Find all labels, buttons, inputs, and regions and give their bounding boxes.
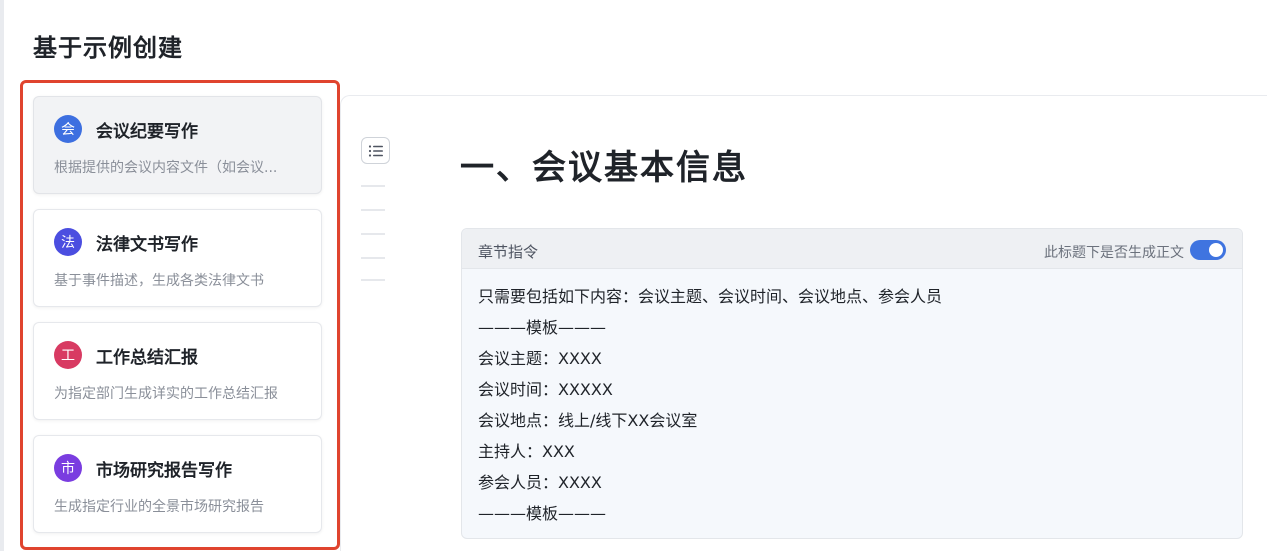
outline-list-icon[interactable] bbox=[361, 137, 390, 164]
generate-body-toggle-label: 此标题下是否生成正文 bbox=[1044, 245, 1184, 261]
template-badge-icon: 法 bbox=[54, 228, 82, 256]
template-title: 会议纪要写作 bbox=[96, 122, 198, 142]
template-title: 法律文书写作 bbox=[96, 235, 198, 255]
template-title: 工作总结汇报 bbox=[96, 348, 198, 368]
template-card-work-summary[interactable]: 工 工作总结汇报 为指定部门生成详实的工作总结汇报 bbox=[33, 322, 322, 420]
instruction-line: 会议地点：线上/线下XX会议室 bbox=[478, 411, 698, 430]
modal-edge bbox=[0, 0, 4, 551]
instruction-line: ———模板——— bbox=[478, 318, 607, 337]
instruction-line: 只需要包括如下内容：会议主题、会议时间、会议地点、参会人员 bbox=[478, 287, 943, 306]
dialog-title: 基于示例创建 bbox=[33, 34, 183, 62]
section-heading: 一、会议基本信息 bbox=[460, 148, 748, 188]
template-title: 市场研究报告写作 bbox=[96, 461, 232, 481]
instruction-line: 参会人员：XXXX bbox=[478, 473, 602, 492]
outline-marker[interactable] bbox=[361, 185, 385, 187]
chapter-instruction-label: 章节指令 bbox=[478, 243, 539, 261]
chapter-instruction-box[interactable]: 章节指令 此标题下是否生成正文 只需要包括如下内容：会议主题、会议时间、会议地点… bbox=[461, 228, 1243, 539]
outline-marker[interactable] bbox=[361, 209, 385, 211]
template-description: 为指定部门生成详实的工作总结汇报 bbox=[54, 386, 278, 402]
template-description: 基于事件描述，生成各类法律文书 bbox=[54, 273, 264, 289]
template-badge-icon: 工 bbox=[54, 341, 82, 369]
instruction-line: 会议主题：XXXX bbox=[478, 349, 602, 368]
instruction-line: 主持人：XXX bbox=[478, 442, 575, 461]
chapter-instruction-header: 章节指令 此标题下是否生成正文 bbox=[462, 229, 1242, 269]
instruction-line: 会议时间：XXXXX bbox=[478, 380, 613, 399]
template-description: 生成指定行业的全景市场研究报告 bbox=[54, 499, 264, 515]
toggle-knob bbox=[1209, 243, 1223, 257]
template-badge-icon: 市 bbox=[54, 454, 82, 482]
chapter-instruction-text[interactable]: 只需要包括如下内容：会议主题、会议时间、会议地点、参会人员 ———模板——— 会… bbox=[478, 286, 942, 534]
template-card-legal-document[interactable]: 法 法律文书写作 基于事件描述，生成各类法律文书 bbox=[33, 209, 322, 307]
outline-marker[interactable] bbox=[361, 279, 385, 281]
template-card-meeting-minutes[interactable]: 会 会议纪要写作 根据提供的会议内容文件（如会议... bbox=[33, 96, 322, 194]
outline-marker[interactable] bbox=[361, 257, 385, 259]
generate-body-toggle[interactable] bbox=[1190, 240, 1226, 260]
template-description: 根据提供的会议内容文件（如会议... bbox=[54, 160, 278, 176]
outline-marker[interactable] bbox=[361, 233, 385, 235]
template-card-market-research[interactable]: 市 市场研究报告写作 生成指定行业的全景市场研究报告 bbox=[33, 435, 322, 533]
template-badge-icon: 会 bbox=[54, 115, 82, 143]
instruction-line: ———模板——— bbox=[478, 504, 607, 523]
